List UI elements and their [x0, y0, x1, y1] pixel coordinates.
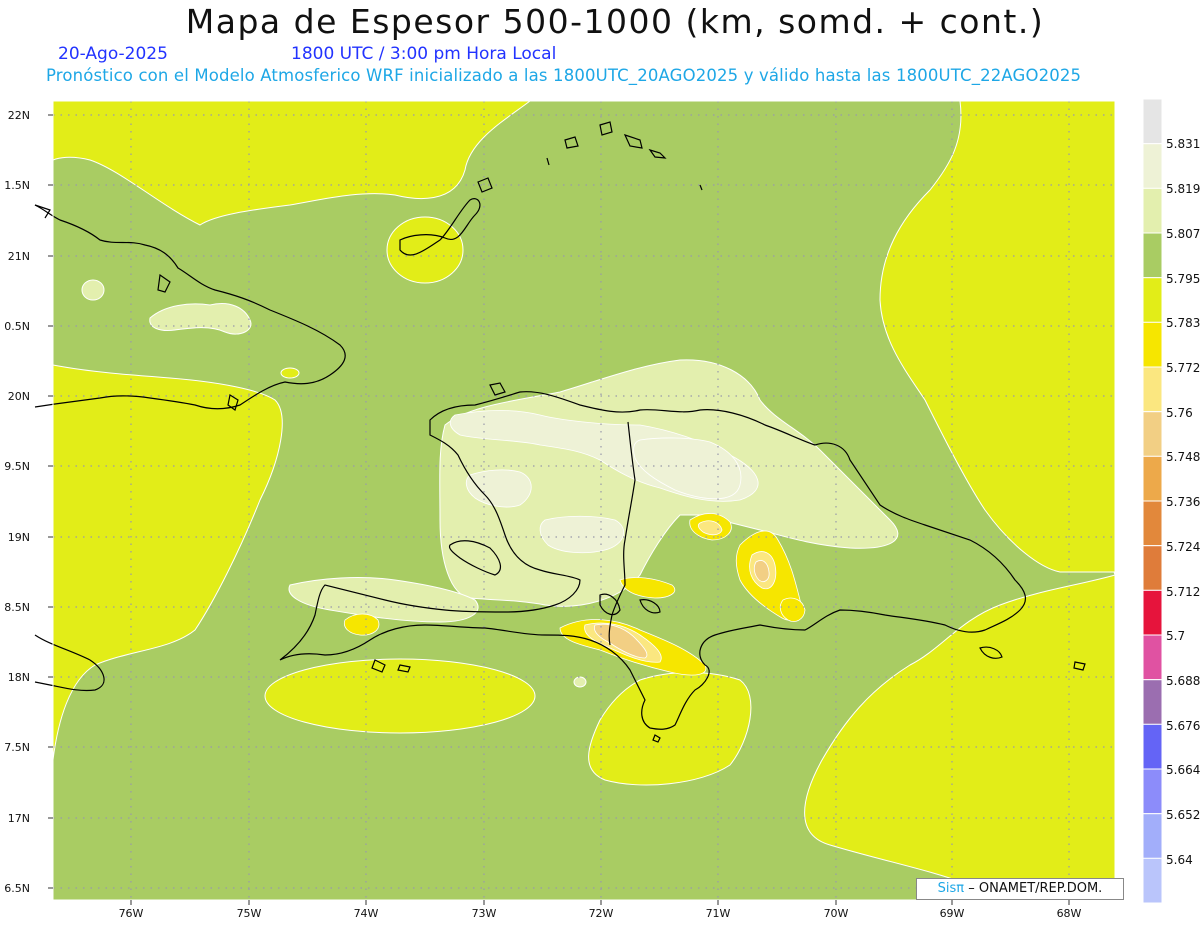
legend-swatch [1142, 411, 1163, 457]
lat-label: 21N [7, 250, 30, 263]
legend-swatch [1142, 98, 1163, 145]
legend-swatch [1142, 723, 1163, 770]
color-legend-bar [1142, 98, 1163, 904]
legend-swatch [1142, 813, 1163, 859]
legend-swatch [1142, 321, 1163, 368]
lat-label: 0.5N [4, 320, 30, 333]
legend-swatch [1142, 232, 1163, 279]
legend-level: 5.664 [1166, 763, 1200, 777]
lat-label: 6.5N [4, 882, 30, 895]
legend-level: 5.783 [1166, 316, 1200, 330]
legend-level: 5.712 [1166, 585, 1200, 599]
legend-swatch [1142, 143, 1163, 189]
lat-label: 1.5N [4, 179, 30, 192]
lon-label: 76W [118, 907, 144, 920]
credit-brand: Sisπ [937, 881, 965, 896]
lat-label: 8.5N [4, 601, 30, 614]
legend-level: 5.64 [1166, 853, 1193, 867]
forecast-date: 20-Ago-2025 [58, 44, 168, 64]
lat-label: 22N [7, 109, 30, 122]
lon-label: 69W [939, 907, 965, 920]
lat-label: 17N [7, 812, 30, 825]
legend-level: 5.76 [1166, 406, 1193, 420]
legend-swatch [1142, 366, 1163, 413]
legend-level: 5.772 [1166, 361, 1200, 375]
credit-org: ONAMET/REP.DOM. [978, 881, 1103, 896]
legend-swatch [1142, 277, 1163, 323]
lon-label: 70W [823, 907, 849, 920]
lat-label: 7.5N [4, 741, 30, 754]
lon-label: 74W [353, 907, 379, 920]
legend-level: 5.831 [1166, 137, 1200, 151]
legend-swatch [1142, 634, 1163, 681]
lon-label: 71W [705, 907, 731, 920]
legend-level: 5.676 [1166, 719, 1200, 733]
legend-swatch [1142, 187, 1163, 234]
legend-level: 5.748 [1166, 450, 1200, 464]
legend-swatch [1142, 500, 1163, 547]
legend-swatch [1142, 589, 1163, 636]
legend-level: 5.736 [1166, 495, 1200, 509]
legend-swatch [1142, 455, 1163, 502]
lat-label: 9.5N [4, 460, 30, 473]
legend-swatch [1142, 545, 1163, 591]
lon-label: 75W [236, 907, 262, 920]
legend-level: 5.652 [1166, 808, 1200, 822]
legend-swatch [1142, 857, 1163, 904]
map-title: Mapa de Espesor 500-1000 (km, somd. + co… [185, 2, 1045, 41]
credit-box: Sisπ – ONAMET/REP.DOM. [916, 878, 1124, 900]
credit-text: – [968, 881, 975, 896]
thickness-map [34, 98, 1163, 905]
forecast-time: 1800 UTC / 3:00 pm Hora Local [291, 44, 557, 64]
lon-label: 68W [1056, 907, 1082, 920]
legend-level: 5.688 [1166, 674, 1200, 688]
legend-level: 5.807 [1166, 227, 1200, 241]
lon-label: 73W [471, 907, 497, 920]
lat-label: 20N [7, 390, 30, 403]
legend-swatch [1142, 768, 1163, 815]
lat-label: 18N [7, 671, 30, 684]
model-description: Pronóstico con el Modelo Atmosferico WRF… [46, 66, 1082, 85]
lat-label: 19N [7, 531, 30, 544]
legend-level: 5.724 [1166, 540, 1200, 554]
lon-label: 72W [588, 907, 614, 920]
legend-level: 5.819 [1166, 182, 1200, 196]
legend-swatch [1142, 679, 1163, 725]
legend-level: 5.7 [1166, 629, 1186, 643]
legend-level: 5.795 [1166, 272, 1200, 286]
